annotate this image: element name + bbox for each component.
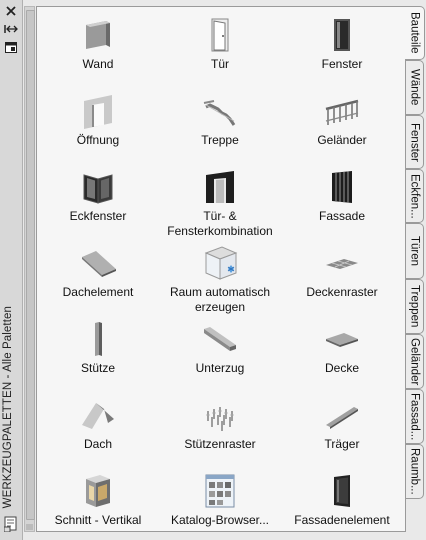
tool-label: Schnitt - Vertikal	[54, 513, 142, 527]
tool-ceiling-grid[interactable]: Deckenraster	[281, 243, 403, 300]
tool-label: Stütze	[80, 361, 116, 375]
tool-door[interactable]: Tür	[159, 15, 281, 72]
tool-roof[interactable]: Dach	[37, 395, 159, 452]
tool-content-browser[interactable]: Katalog-Browser...	[159, 471, 281, 528]
stair-icon	[200, 91, 240, 131]
tool-label: Raum automatisch erzeugen	[169, 285, 271, 314]
palette-menu-icon[interactable]	[3, 40, 19, 54]
tab-label: Geländer	[408, 337, 421, 386]
vertical-section-icon	[78, 471, 118, 511]
tool-stair[interactable]: Treppe	[159, 91, 281, 148]
tool-label: Treppe	[201, 133, 239, 147]
tool-wall[interactable]: Wand	[37, 15, 159, 72]
column-icon	[78, 319, 118, 359]
tool-label: Tür	[211, 57, 229, 71]
corner-window-icon	[78, 167, 118, 207]
door-window-assembly-icon	[200, 167, 240, 207]
tool-label: Katalog-Browser...	[170, 513, 270, 527]
door-icon	[200, 15, 240, 55]
curtain-wall-unit-icon	[322, 471, 362, 511]
tab-label: Fassad...	[408, 392, 421, 441]
tab-label: Wände	[408, 69, 421, 106]
tab-eckfenster[interactable]: Eckfen...	[406, 169, 424, 223]
tab-bauteile[interactable]: Bauteile	[405, 6, 425, 60]
tool-roof-slab[interactable]: Dachelement	[37, 243, 159, 300]
space-auto-generate-icon	[200, 243, 240, 283]
auto-hide-icon[interactable]	[3, 22, 19, 36]
tool-label: Unterzug	[195, 361, 245, 375]
column-grid-icon	[200, 395, 240, 435]
window-icon	[322, 15, 362, 55]
scrollbar-thumb[interactable]	[26, 10, 35, 520]
tool-label: Tür- & Fensterkombination	[167, 209, 273, 238]
palette-title-bar: WERKZEUGPALETTEN - Alle Paletten	[0, 0, 23, 540]
tab-tueren[interactable]: Türen	[406, 223, 424, 279]
properties-icon[interactable]	[3, 516, 18, 533]
tool-label: Geländer	[317, 133, 367, 147]
tool-curtain-wall-unit[interactable]: Fassadenelement	[281, 471, 403, 528]
tool-curtain-wall[interactable]: Fassade	[281, 167, 403, 224]
tool-beam[interactable]: Unterzug	[159, 319, 281, 376]
tool-column-grid[interactable]: Stützenraster	[159, 395, 281, 452]
tab-fenster[interactable]: Fenster	[406, 115, 424, 169]
tool-brace[interactable]: Träger	[281, 395, 403, 452]
brace-icon	[322, 395, 362, 435]
ceiling-grid-icon	[322, 243, 362, 283]
railing-icon	[322, 91, 362, 131]
tab-waende[interactable]: Wände	[406, 60, 424, 115]
slab-icon	[322, 319, 362, 359]
tool-slab[interactable]: Decke	[281, 319, 403, 376]
tool-label: Fassadenelement	[294, 513, 390, 527]
roof-slab-icon	[78, 243, 118, 283]
close-icon[interactable]	[3, 4, 19, 18]
tool-railing[interactable]: Geländer	[281, 91, 403, 148]
palette-title: WERKZEUGPALETTEN - Alle Paletten	[2, 305, 14, 508]
tool-column[interactable]: Stütze	[37, 319, 159, 376]
tool-label: Fenster	[321, 57, 363, 71]
tool-label: Stützenraster	[184, 437, 256, 451]
tool-space-auto-generate[interactable]: Raum automatisch erzeugen	[159, 243, 281, 315]
tool-palette-panel: Wand Tür Fenster Öffnung Treppe Geländer	[36, 6, 406, 532]
tab-gelaender[interactable]: Geländer	[406, 334, 424, 389]
tool-label: Deckenraster	[306, 285, 378, 299]
tool-label: Träger	[324, 437, 360, 451]
scrollbar-end	[26, 524, 33, 530]
content-browser-icon	[200, 471, 240, 511]
tool-vertical-section[interactable]: Schnitt - Vertikal	[37, 471, 159, 528]
tab-label: Treppen	[408, 285, 421, 328]
tool-label: Eckfenster	[69, 209, 127, 223]
palette-scrollbar[interactable]	[24, 6, 35, 532]
tab-fassade[interactable]: Fassad...	[406, 389, 424, 444]
tab-raumbegrenzung[interactable]: Raumb...	[406, 444, 424, 499]
roof-icon	[78, 395, 118, 435]
beam-icon	[200, 319, 240, 359]
tool-door-window-assembly[interactable]: Tür- & Fensterkombination	[159, 167, 281, 239]
tool-opening[interactable]: Öffnung	[37, 91, 159, 148]
tab-label: Fenster	[408, 122, 421, 162]
tool-window[interactable]: Fenster	[281, 15, 403, 72]
tab-label: Türen	[408, 235, 421, 267]
tool-label: Decke	[324, 361, 359, 375]
tool-label: Öffnung	[76, 133, 120, 147]
tool-label: Wand	[82, 57, 114, 71]
tab-label: Eckfen...	[408, 173, 421, 219]
tab-treppen[interactable]: Treppen	[406, 279, 424, 334]
tab-label: Raumb...	[408, 448, 421, 495]
tool-label: Dach	[83, 437, 112, 451]
tab-label: Bauteile	[408, 12, 421, 54]
tool-label: Dachelement	[62, 285, 134, 299]
opening-icon	[78, 91, 118, 131]
curtain-wall-icon	[322, 167, 362, 207]
tool-corner-window[interactable]: Eckfenster	[37, 167, 159, 224]
wall-icon	[78, 15, 118, 55]
tool-label: Fassade	[318, 209, 366, 223]
